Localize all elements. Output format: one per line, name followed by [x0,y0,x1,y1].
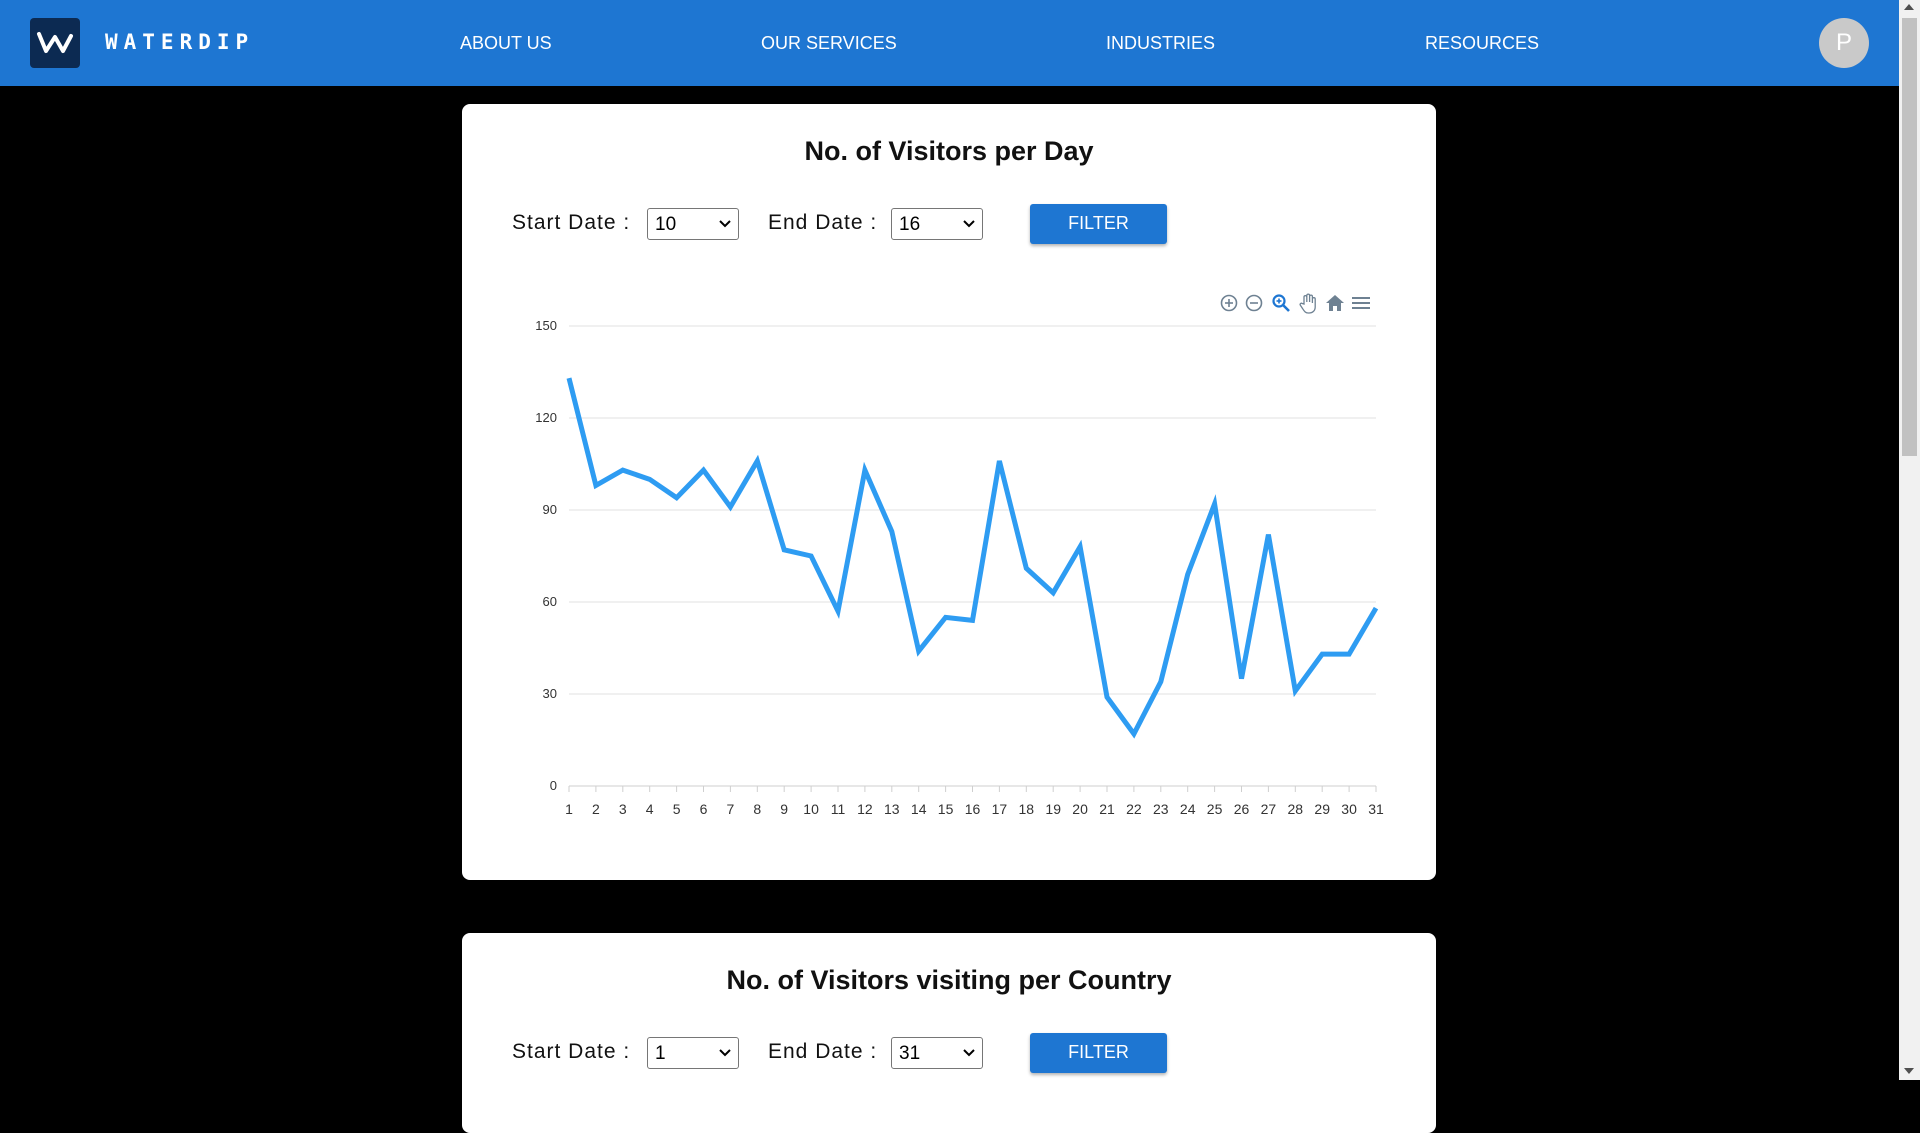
x-tick-label: 29 [1314,801,1330,817]
x-tick-label: 12 [857,801,873,817]
top-navbar: WATERDIP ABOUT US OUR SERVICES INDUSTRIE… [0,0,1899,86]
series-line [569,378,1376,734]
x-tick-label: 18 [1019,801,1035,817]
logo-w-icon [36,31,74,55]
country-start-date-select[interactable]: 1 [647,1037,739,1069]
x-tick-label: 27 [1261,801,1277,817]
country-end-date-value: 31 [899,1043,920,1065]
nav-our-services[interactable]: OUR SERVICES [761,33,897,54]
scrollbar-thumb[interactable] [1902,18,1917,456]
country-start-date-value: 1 [655,1043,666,1065]
country-filter-button[interactable]: FILTER [1030,1033,1167,1073]
visitors-per-country-card: No. of Visitors visiting per Country Sta… [462,933,1436,1133]
x-tick-label: 19 [1045,801,1061,817]
visitors-per-country-title: No. of Visitors visiting per Country [462,965,1436,996]
chevron-down-icon [962,1044,976,1062]
x-tick-label: 26 [1234,801,1250,817]
avatar[interactable]: P [1819,18,1869,68]
x-tick-label: 5 [673,801,681,817]
nav-resources[interactable]: RESOURCES [1425,33,1539,54]
x-tick-label: 10 [803,801,819,817]
x-tick-label: 3 [619,801,627,817]
x-tick-label: 9 [780,801,788,817]
x-tick-label: 1 [565,801,573,817]
x-tick-label: 20 [1072,801,1088,817]
x-tick-label: 28 [1288,801,1304,817]
visitors-per-day-card: No. of Visitors per Day Start Date : 10 … [462,104,1436,880]
x-tick-label: 25 [1207,801,1223,817]
x-tick-label: 31 [1368,801,1384,817]
y-tick-label: 60 [543,594,557,609]
x-tick-label: 14 [911,801,927,817]
y-tick-label: 120 [535,410,557,425]
x-tick-label: 30 [1341,801,1357,817]
x-tick-label: 7 [727,801,735,817]
x-tick-label: 13 [884,801,900,817]
nav-industries[interactable]: INDUSTRIES [1106,33,1215,54]
x-tick-label: 11 [831,801,846,817]
y-tick-label: 0 [550,778,557,793]
x-tick-label: 22 [1126,801,1142,817]
x-tick-label: 16 [965,801,981,817]
country-start-date-label: Start Date : [512,1040,630,1064]
x-tick-label: 8 [753,801,761,817]
x-tick-label: 21 [1099,801,1115,817]
scroll-up-arrow-icon[interactable] [1904,4,1914,10]
chevron-down-icon [718,1044,732,1062]
x-tick-label: 23 [1153,801,1169,817]
y-tick-label: 30 [543,686,557,701]
country-end-date-label: End Date : [768,1040,877,1064]
x-tick-label: 6 [700,801,708,817]
visitors-line-chart: 0306090120150123456789101112131415161718… [462,104,1436,880]
y-tick-label: 150 [535,318,557,333]
nav-about-us[interactable]: ABOUT US [460,33,552,54]
brand-name[interactable]: WATERDIP [105,30,254,54]
x-tick-label: 24 [1180,801,1196,817]
x-tick-label: 2 [592,801,600,817]
x-tick-label: 17 [992,801,1008,817]
x-tick-label: 4 [646,801,654,817]
logo[interactable] [30,18,80,68]
scroll-down-arrow-icon[interactable] [1904,1068,1914,1074]
country-end-date-select[interactable]: 31 [891,1037,983,1069]
x-tick-label: 15 [938,801,954,817]
y-tick-label: 90 [543,502,557,517]
